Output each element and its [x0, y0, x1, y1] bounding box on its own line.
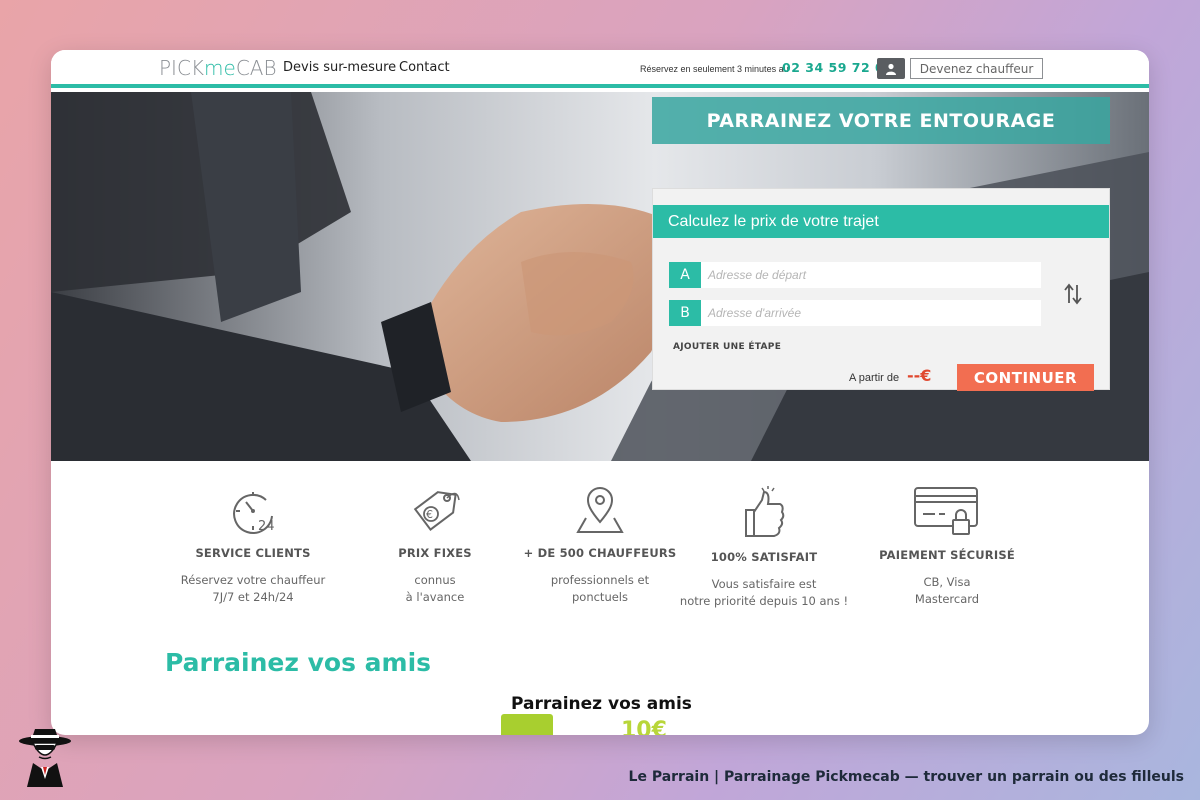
departure-marker: A	[669, 262, 701, 288]
feature-description: connus à l'avance	[350, 572, 520, 606]
account-button[interactable]	[877, 58, 905, 79]
price-tag-euro-icon: €	[413, 491, 460, 531]
logo-pick: PICK	[159, 56, 205, 80]
feature-satisfait: 100% SATISFAIT Vous satisfaire est notre…	[679, 486, 849, 610]
departure-address: A Adresse de départ	[669, 262, 1041, 288]
feature-title: PRIX FIXES	[398, 546, 472, 560]
gift-box-icon	[501, 714, 553, 735]
feature-line: Vous satisfaire est	[711, 577, 817, 591]
feature-line: Mastercard	[914, 592, 980, 606]
feature-line: à l'avance	[405, 590, 465, 604]
referral-promo-image: Parrainez vos amis 10€	[491, 690, 731, 735]
feature-paiement: PAIEMENT SÉCURISÉ CB, Visa Mastercard	[862, 486, 1032, 608]
nav-devis-link[interactable]: Devis sur-mesure	[283, 60, 396, 75]
feature-title: PAIEMENT SÉCURISÉ	[879, 548, 1015, 562]
arrival-input[interactable]: Adresse d'arrivée	[701, 300, 1041, 326]
price-calculator: Calculez le prix de votre trajet A Adres…	[652, 188, 1110, 391]
feature-line: connus	[414, 573, 456, 587]
feature-service-clients: 24 SERVICE CLIENTS Réservez votre chauff…	[168, 486, 338, 606]
booking-promo-text: Réservez en seulement 3 minutes au	[640, 64, 789, 74]
feature-line: Réservez votre chauffeur	[180, 573, 326, 587]
feature-description: Vous satisfaire est notre priorité depui…	[679, 576, 849, 610]
feature-chauffeurs: + DE 500 CHAUFFEURS professionnels et po…	[515, 486, 685, 606]
credit-card-lock-icon	[914, 487, 978, 535]
feature-description: professionnels et ponctuels	[515, 572, 685, 606]
top-navbar: PICK me CAB Devis sur-mesure Contact Réser…	[51, 50, 1149, 88]
promo-image-amount: 10€	[621, 718, 667, 735]
feature-line: CB, Visa	[923, 575, 971, 589]
browser-card: PICK me CAB Devis sur-mesure Contact Réser…	[51, 50, 1149, 735]
hero-section: PARRAINEZ VOTRE ENTOURAGE Calculez le pr…	[51, 92, 1149, 461]
referral-banner: PARRAINEZ VOTRE ENTOURAGE	[652, 97, 1110, 144]
promo-image-title: Parrainez vos amis	[511, 694, 692, 714]
map-pin-icon	[576, 487, 624, 533]
page-caption: Le Parrain | Parrainage Pickmecab — trou…	[628, 769, 1184, 785]
feature-line: 7J/7 et 24h/24	[212, 590, 294, 604]
svg-text:24: 24	[258, 519, 275, 534]
pickmecab-logo[interactable]: PICK me CAB	[159, 56, 277, 80]
gangster-mascot-icon	[19, 729, 71, 787]
feature-line: ponctuels	[571, 590, 628, 604]
arrival-address: B Adresse d'arrivée	[669, 300, 1041, 326]
svg-text:€: €	[426, 508, 433, 521]
feature-description: CB, Visa Mastercard	[862, 574, 1032, 608]
departure-input[interactable]: Adresse de départ	[701, 262, 1041, 288]
feature-title: 100% SATISFAIT	[710, 550, 818, 564]
feature-line: notre priorité depuis 10 ans !	[679, 594, 849, 608]
price-label: A partir de	[849, 372, 900, 384]
calculator-title: Calculez le prix de votre trajet	[653, 205, 1109, 238]
feature-prix-fixes: € PRIX FIXES connus à l'avance	[350, 486, 520, 606]
arrival-marker: B	[669, 300, 701, 326]
user-icon	[886, 63, 896, 75]
feature-title: + DE 500 CHAUFFEURS	[523, 546, 677, 560]
referral-section-title: Parrainez vos amis	[165, 648, 432, 677]
continue-button[interactable]: CONTINUER	[957, 364, 1094, 391]
feature-description: Réservez votre chauffeur 7J/7 et 24h/24	[168, 572, 338, 606]
thumbs-up-icon	[745, 486, 785, 537]
feature-title: SERVICE CLIENTS	[195, 546, 311, 560]
nav-contact-link[interactable]: Contact	[399, 60, 450, 75]
add-step-link[interactable]: AJOUTER UNE ÉTAPE	[673, 342, 781, 352]
swap-addresses-icon[interactable]	[1063, 283, 1083, 305]
logo-me: me	[204, 56, 236, 80]
feature-line: professionnels et	[550, 573, 650, 587]
become-driver-button[interactable]: Devenez chauffeur	[910, 58, 1043, 79]
price-value: --€	[907, 366, 932, 385]
clock-24-icon: 24	[233, 492, 275, 534]
logo-cab: CAB	[235, 56, 277, 80]
